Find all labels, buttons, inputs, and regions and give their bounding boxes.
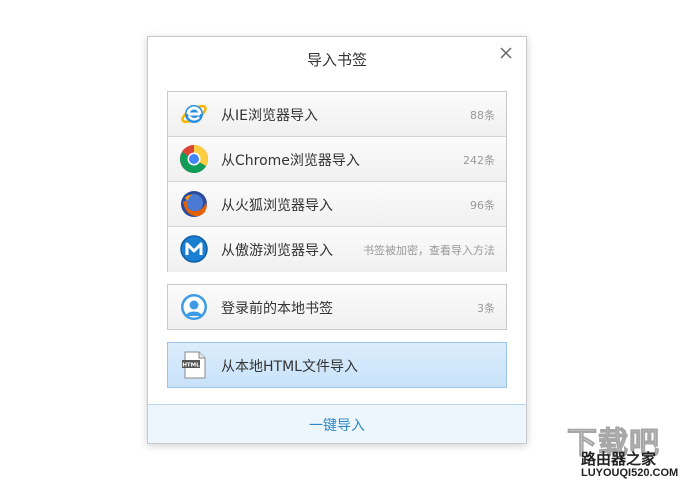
firefox-bookmark-count: 96条 — [470, 199, 495, 212]
import-from-firefox-row[interactable]: 从火狐浏览器导入 96条 — [168, 182, 506, 227]
watermark: 下载吧 路由器之家 LUYOUQI520.COM — [567, 418, 679, 484]
dialog-title: 导入书签 — [306, 51, 367, 69]
import-from-chrome-row[interactable]: 从Chrome浏览器导入 242条 — [168, 137, 506, 182]
import-from-ie-row[interactable]: 从IE浏览器导入 88条 — [168, 92, 506, 137]
import-from-maxthon-label: 从傲游浏览器导入 — [221, 243, 333, 259]
maxthon-icon — [180, 235, 208, 263]
chrome-bookmark-count: 242条 — [463, 154, 495, 167]
firefox-icon — [181, 191, 207, 217]
html-import-group: HTML 从本地HTML文件导入 — [167, 342, 507, 388]
import-from-chrome-label: 从Chrome浏览器导入 — [221, 153, 360, 169]
avatar-icon — [181, 294, 207, 320]
html-file-icon: HTML — [182, 351, 206, 379]
ie-bookmark-count: 88条 — [470, 109, 495, 122]
local-bookmarks-row[interactable]: 登录前的本地书签 3条 — [168, 285, 506, 329]
import-from-ie-label: 从IE浏览器导入 — [221, 108, 318, 124]
ie-icon — [181, 104, 207, 124]
local-bookmarks-label: 登录前的本地书签 — [221, 301, 333, 317]
local-bookmarks-group: 登录前的本地书签 3条 — [167, 284, 507, 330]
one-click-import-label: 一键导入 — [309, 418, 365, 434]
local-bookmark-count: 3条 — [477, 302, 495, 315]
one-click-import-button[interactable]: 一键导入 — [148, 404, 526, 443]
import-from-firefox-label: 从火狐浏览器导入 — [221, 198, 333, 214]
import-from-html-row[interactable]: HTML 从本地HTML文件导入 — [168, 343, 506, 387]
watermark-en-text: LUYOUQI520.COM — [581, 467, 679, 479]
html-file-icon-text: HTML — [182, 363, 200, 369]
import-from-maxthon-row[interactable]: 从傲游浏览器导入 书签被加密，查看导入方法 — [168, 227, 506, 272]
watermark-cn-text: 路由器之家 — [581, 450, 657, 468]
browser-import-list: 从IE浏览器导入 88条 从Chrome浏览器导入 242条 从火狐浏览器导入 … — [167, 91, 507, 272]
import-bookmarks-dialog: 导入书签 从IE浏览器导入 88条 从Chrome浏览器导入 242条 从火狐浏… — [147, 36, 527, 444]
close-icon[interactable] — [498, 45, 514, 61]
chrome-icon — [180, 145, 208, 173]
maxthon-encrypted-note[interactable]: 书签被加密，查看导入方法 — [363, 242, 495, 258]
import-from-html-label: 从本地HTML文件导入 — [221, 359, 358, 375]
